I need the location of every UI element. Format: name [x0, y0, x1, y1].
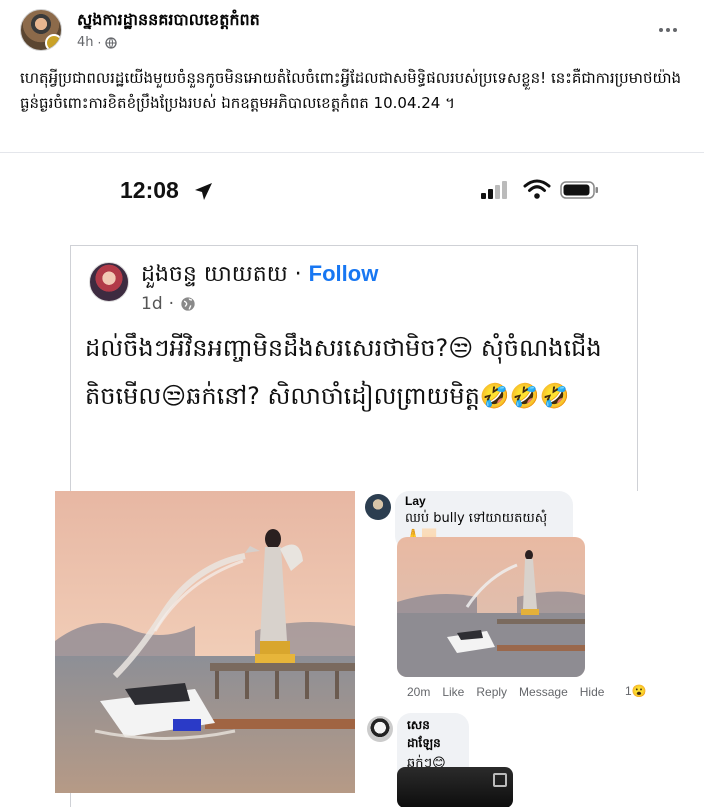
commenter-avatar[interactable] — [365, 494, 391, 520]
author-avatar[interactable] — [89, 262, 129, 302]
like-button[interactable]: Like — [442, 685, 464, 699]
embedded-meta-separator: · — [168, 294, 175, 314]
follow-button[interactable]: Follow — [309, 261, 379, 286]
comment-actions: 20m Like Reply Message Hide — [407, 685, 604, 699]
globe-icon — [105, 36, 117, 49]
post-header: ស្នងការដ្ឋាននគរបាលខេត្តកំពត 4h · — [0, 0, 704, 60]
globe-icon — [181, 297, 195, 311]
author-line: ដួងចន្ទ យាយតយ · Follow — [141, 260, 378, 292]
comments-panel: Lay ឈប់ bully ទៅយាយតយសុំ🙏🏻 20m Like Repl… — [357, 491, 657, 807]
meta-separator: · — [97, 35, 102, 50]
reaction-count[interactable]: 1😮 — [625, 684, 647, 698]
embedded-post-time: 1d — [141, 294, 163, 314]
comment-author[interactable]: Lay — [405, 494, 563, 508]
wifi-icon — [523, 179, 551, 199]
reply-button[interactable]: Reply — [476, 685, 507, 699]
comment-time: 20m — [407, 685, 431, 699]
location-arrow-icon — [195, 183, 212, 200]
page-avatar[interactable] — [20, 9, 62, 51]
post-caption: ហេតុអ្វីប្រជាពលរដ្ឋយើងមួយចំនួនកូចមិនអោយត… — [20, 69, 682, 112]
battery-icon — [560, 181, 598, 199]
embedded-post-text: ដល់ចឹងៗអីវិនអញ្ចាមិនដឹងសរសេរថាមិច?😒 សុំច… — [85, 334, 602, 410]
embedded-post-meta: 1d · — [141, 294, 196, 314]
comment-photo[interactable] — [397, 537, 585, 677]
statue-boat-illustration — [55, 491, 355, 793]
page-name[interactable]: ស្នងការដ្ឋាននគរបាលខេត្តកំពត — [77, 9, 260, 33]
author-separator: · — [294, 262, 302, 287]
author-name[interactable]: ដួងចន្ទ យាយតយ — [141, 262, 288, 287]
signal-icon — [481, 181, 507, 199]
comment-photo-illustration — [397, 537, 585, 677]
more-options-icon[interactable] — [656, 18, 680, 42]
statue-photo[interactable] — [55, 491, 355, 793]
comment-photo[interactable] — [397, 767, 513, 807]
post-image[interactable]: 12:08 ដួងចន្ទ យាយតយ · Follow 1d · ដល់ចឹង… — [0, 152, 704, 807]
comment-author[interactable]: សេន ដាឡែន — [407, 717, 459, 753]
status-bar-time: 12:08 — [120, 177, 179, 203]
post-time[interactable]: 4h — [77, 35, 94, 50]
commenter-avatar[interactable] — [367, 716, 393, 742]
message-button[interactable]: Message — [519, 685, 568, 699]
post-meta: 4h · — [77, 35, 117, 50]
hide-button[interactable]: Hide — [580, 685, 605, 699]
